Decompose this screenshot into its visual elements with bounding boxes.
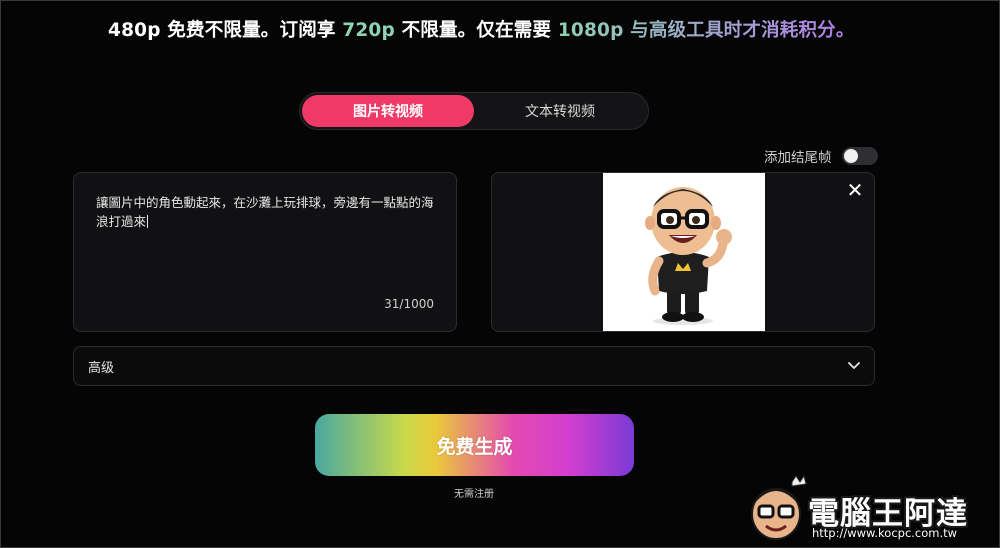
uploaded-image-preview <box>603 173 765 331</box>
character-illustration <box>645 187 732 325</box>
pricing-headline: 480p 免费不限量。订阅享 720p 不限量。仅在需要 1080p 与高级工具… <box>108 16 855 42</box>
prompt-text[interactable]: 讓圖片中的角色動起來，在沙灘上玩排球，旁邊有一點點的海浪打過來 <box>96 193 440 231</box>
tab-text-to-video[interactable]: 文本转视频 <box>474 95 646 127</box>
end-frame-toggle[interactable] <box>841 147 878 165</box>
site-watermark: 電腦王阿達 http://www.kocpc.com.tw <box>742 474 994 544</box>
end-frame-setting: 添加结尾帧 <box>764 146 878 166</box>
headline-1080p: 1080p 与高级工具时才消耗积分。 <box>557 20 855 41</box>
image-upload-area[interactable]: ✕ <box>491 172 875 332</box>
advanced-settings-dropdown[interactable]: 高级 <box>73 346 875 386</box>
generate-free-button[interactable]: 免费生成 <box>315 414 634 476</box>
mascot-logo-icon <box>751 474 807 540</box>
chevron-down-icon <box>848 362 860 369</box>
toggle-knob <box>843 149 858 163</box>
headline-part-1: 480p 免费不限量。订阅享 <box>108 20 343 41</box>
headline-part-3: 不限量。仅在需要 <box>394 20 558 41</box>
headline-720p: 720p <box>342 20 395 41</box>
end-frame-label: 添加结尾帧 <box>764 150 832 166</box>
char-count: 31/1000 <box>384 297 434 311</box>
close-icon[interactable]: ✕ <box>844 178 866 202</box>
advanced-label: 高级 <box>88 360 115 376</box>
mode-switch: 图片转视频 文本转视频 <box>299 92 649 130</box>
watermark-url: http://www.kocpc.com.tw <box>812 526 958 540</box>
tab-image-to-video[interactable]: 图片转视频 <box>302 95 474 127</box>
prompt-input[interactable]: 讓圖片中的角色動起來，在沙灘上玩排球，旁邊有一點點的海浪打過來 31/1000 <box>73 172 457 332</box>
